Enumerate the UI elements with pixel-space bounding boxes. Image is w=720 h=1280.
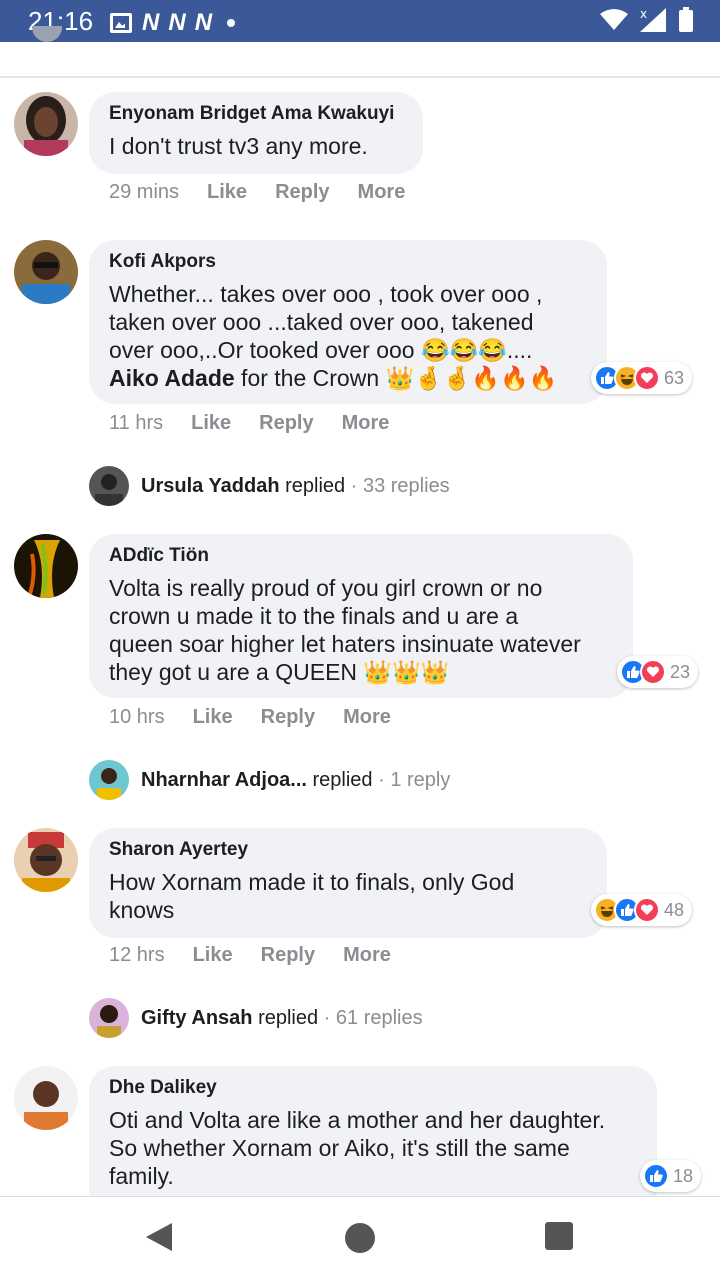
comment-text: I don't trust tv3 any more.: [109, 133, 368, 159]
comment-time: 12 hrs: [109, 944, 165, 966]
comment-bubble[interactable]: ADdïc Tiön Volta is really proud of you …: [89, 534, 633, 698]
reaction-count: 63: [664, 367, 685, 388]
love-reaction-icon: [640, 659, 666, 685]
like-button[interactable]: Like: [193, 944, 233, 967]
more-notifications-dot: [227, 19, 236, 27]
reply-button[interactable]: Reply: [261, 944, 315, 967]
more-button[interactable]: More: [343, 944, 391, 967]
more-button[interactable]: More: [342, 412, 390, 435]
n-icon: N: [168, 9, 185, 36]
comment-text-line: knows: [109, 897, 175, 923]
comment-author[interactable]: Enyonam Bridget Ama Kwakuyi: [109, 102, 403, 126]
comment-text: Volta is really proud of you girl crown …: [109, 574, 613, 686]
avatar[interactable]: [14, 1066, 78, 1130]
svg-text:x: x: [640, 7, 647, 21]
comment-bubble[interactable]: Dhe Dalikey Oti and Volta are like a mot…: [89, 1066, 657, 1216]
replies-summary[interactable]: Gifty Ansah replied · 61 replies: [89, 998, 423, 1038]
comment-text-line: Whether... takes over ooo , took over oo…: [109, 281, 543, 307]
image-icon: [110, 13, 132, 33]
reactions-summary[interactable]: 18: [640, 1160, 702, 1192]
comment-author[interactable]: Kofi Akpors: [109, 250, 587, 274]
comment-text-line: Oti and Volta are like a mother and her …: [109, 1107, 606, 1133]
comment-text-line: How Xornam made it to finals, only God: [109, 869, 515, 895]
replied-label: replied: [285, 474, 346, 497]
mention-link[interactable]: Aiko Adade: [109, 365, 235, 391]
replied-label: replied: [312, 768, 373, 791]
replies-summary[interactable]: Ursula Yaddah replied · 33 replies: [89, 466, 450, 506]
reaction-count: 23: [670, 661, 691, 682]
divider: [0, 76, 720, 78]
like-button[interactable]: Like: [191, 412, 231, 435]
replies-summary[interactable]: Nharnhar Adjoa... replied · 1 reply: [89, 760, 450, 800]
wifi-icon: [600, 9, 628, 30]
status-bar: 21:16 N N N x: [0, 0, 720, 42]
avatar[interactable]: [14, 828, 78, 892]
comment-text: How Xornam made it to finals, only God k…: [109, 868, 587, 924]
replier-name: Nharnhar Adjoa...: [141, 768, 307, 791]
reaction-count: 48: [664, 899, 685, 920]
n-icon: N: [194, 9, 212, 36]
reply-button[interactable]: Reply: [261, 706, 315, 729]
comment-time: 29 mins: [109, 181, 180, 203]
comment-text-line: Volta is really proud of you girl crown …: [109, 575, 543, 601]
comment-text-line: for the Crown 👑🤞🤞🔥🔥🔥: [234, 365, 558, 391]
comment-time: 10 hrs: [109, 706, 165, 728]
recents-icon[interactable]: [544, 1221, 574, 1251]
back-icon[interactable]: [144, 1221, 174, 1253]
comment-bubble[interactable]: Kofi Akpors Whether... takes over ooo , …: [89, 240, 607, 404]
reply-button[interactable]: Reply: [259, 412, 313, 435]
reactions-summary[interactable]: 23: [617, 656, 699, 688]
n-icon: N: [142, 9, 159, 36]
avatar[interactable]: [14, 240, 78, 304]
replier-name: Gifty Ansah: [141, 1006, 253, 1029]
comment-text: Oti and Volta are like a mother and her …: [109, 1106, 637, 1190]
comment-author[interactable]: ADdïc Tiön: [109, 544, 613, 568]
replier-name: Ursula Yaddah: [141, 474, 280, 497]
reply-count: · 33 replies: [350, 474, 450, 497]
comment-bubble[interactable]: Enyonam Bridget Ama Kwakuyi I don't trus…: [89, 92, 423, 174]
avatar[interactable]: [14, 92, 78, 156]
comment-text-line: crown u made it to the finals and u are …: [109, 603, 519, 629]
comment-text-line: So whether Xornam or Aiko, it's still th…: [109, 1135, 570, 1161]
replied-label: replied: [258, 1006, 319, 1029]
reply-count: · 1 reply: [378, 768, 451, 791]
comment-bubble[interactable]: Sharon Ayertey How Xornam made it to fin…: [89, 828, 607, 938]
avatar: [89, 760, 129, 800]
more-button[interactable]: More: [358, 181, 406, 204]
comment-text-line: family.: [109, 1163, 174, 1189]
avatar: [89, 998, 129, 1038]
avatar[interactable]: [14, 534, 78, 598]
signal-icon: x: [640, 7, 666, 32]
comment-text-line: taken over ooo ...taked over ooo, takene…: [109, 309, 534, 335]
reaction-count: 18: [673, 1165, 694, 1186]
love-reaction-icon: [634, 897, 660, 923]
reply-button[interactable]: Reply: [275, 181, 329, 204]
comment-time: 11 hrs: [109, 412, 164, 434]
more-button[interactable]: More: [343, 706, 391, 729]
comment-text-line: queen soar higher let haters insinuate w…: [109, 631, 581, 657]
reactions-summary[interactable]: 63: [591, 362, 693, 394]
home-icon[interactable]: [343, 1221, 377, 1255]
comment-text-line: over ooo,..Or tooked over ooo 😂😂😂....: [109, 337, 533, 363]
comment-text-line: they got u are a QUEEN 👑👑👑: [109, 659, 450, 685]
reactions-summary[interactable]: 48: [591, 894, 693, 926]
like-button[interactable]: Like: [193, 706, 233, 729]
like-reaction-icon: [643, 1163, 669, 1189]
avatar: [89, 466, 129, 506]
battery-icon: [679, 7, 693, 32]
reply-count: · 61 replies: [323, 1006, 423, 1029]
comment-author[interactable]: Sharon Ayertey: [109, 838, 587, 862]
comment-author[interactable]: Dhe Dalikey: [109, 1076, 637, 1100]
comment-text: Whether... takes over ooo , took over oo…: [109, 280, 587, 392]
navigation-bar: [0, 1196, 720, 1280]
love-reaction-icon: [634, 365, 660, 391]
like-button[interactable]: Like: [207, 181, 247, 204]
